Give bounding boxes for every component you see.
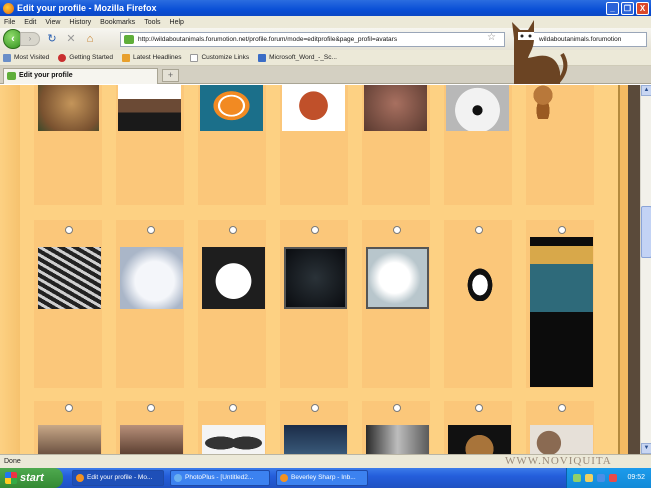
avatar-radio[interactable] [311, 226, 319, 234]
avatar-image-clownfish[interactable] [200, 85, 263, 131]
page-frame-border [628, 85, 640, 454]
avatar-radio[interactable] [558, 404, 566, 412]
avatar-image-monkey-cartoon[interactable] [282, 85, 345, 131]
avatar-image-goat-horns[interactable] [530, 425, 593, 454]
rss-icon [122, 53, 131, 62]
scroll-down-arrow-icon[interactable]: ▼ [641, 443, 651, 454]
avatar-image-wolf-snow[interactable] [366, 425, 429, 454]
avatar-image-black-panther[interactable] [284, 247, 347, 309]
windows-flag-icon [5, 472, 17, 484]
menu-tools[interactable]: Tools [144, 19, 160, 26]
tab-favicon-icon [7, 72, 16, 80]
mail-icon [280, 474, 288, 482]
bookmark-folder-icon [3, 53, 11, 62]
avatar-image-dog[interactable] [38, 85, 99, 131]
avatar-radio[interactable] [558, 226, 566, 234]
stop-icon[interactable]: ✕ [64, 32, 78, 46]
avatar-radio[interactable] [311, 404, 319, 412]
network-icon[interactable] [573, 474, 581, 482]
bookmark-latest-headlines[interactable]: Latest Headlines [122, 53, 181, 62]
scroll-up-arrow-icon[interactable]: ▲ [641, 85, 651, 96]
avatar-image-rabbit[interactable] [120, 425, 183, 454]
avatar-image-monkey[interactable] [364, 85, 427, 131]
title-bar: Edit your profile - Mozilla Firefox _ ❐ … [0, 0, 651, 16]
menu-edit[interactable]: Edit [24, 19, 36, 26]
avatar-radio[interactable] [229, 404, 237, 412]
start-button[interactable]: start [0, 468, 63, 488]
bookmark-star-icon[interactable]: ☆ [487, 32, 496, 43]
avatar-radio[interactable] [147, 404, 155, 412]
security-icon[interactable] [609, 474, 617, 482]
avatar-image-butterfly[interactable] [202, 425, 265, 454]
minimize-button[interactable]: _ [606, 1, 619, 15]
windows-taskbar: start Edit your profile - Mo... PhotoPlu… [0, 468, 651, 488]
cat-mascot-image [512, 20, 568, 84]
tab-edit-profile[interactable]: Edit your profile [3, 68, 158, 84]
avatar-image-cat-in-hammock[interactable] [38, 247, 101, 309]
page-frame-left [0, 85, 20, 454]
menu-bookmarks[interactable]: Bookmarks [100, 19, 135, 26]
scrollbar-thumb[interactable] [641, 206, 651, 258]
avatar-image-night-scene[interactable] [284, 425, 347, 454]
home-icon[interactable]: ⌂ [83, 32, 97, 46]
menu-file[interactable]: File [4, 19, 15, 26]
avatar-image-seal-face[interactable] [446, 85, 509, 131]
taskbar-item-photoplus[interactable]: PhotoPlus - [Untitled2... [170, 470, 270, 486]
avatar-radio[interactable] [229, 226, 237, 234]
taskbar-item-mail[interactable]: Beverley Sharp - Inb... [276, 470, 368, 486]
volume-icon[interactable] [585, 474, 593, 482]
firefox-icon [76, 474, 84, 482]
avatar-radio[interactable] [393, 226, 401, 234]
site-favicon-icon [124, 35, 134, 44]
avatar-radio[interactable] [475, 404, 483, 412]
page-content [0, 85, 640, 454]
window-title: Edit your profile - Mozilla Firefox [17, 3, 157, 13]
watermark-text: WWW.NOVIQUITA [505, 455, 612, 467]
vertical-scrollbar[interactable]: ▲ ▼ [640, 85, 651, 454]
menu-help[interactable]: Help [170, 19, 184, 26]
new-tab-button[interactable]: + [162, 69, 179, 82]
word-doc-icon [258, 53, 267, 62]
avatar-image-kitten[interactable] [38, 425, 101, 454]
bookmark-customize-links[interactable]: Customize Links [190, 53, 249, 62]
avatar-image-white-wolf[interactable] [120, 247, 183, 309]
system-tray: 09:52 [566, 468, 651, 488]
firefox-icon [3, 2, 14, 14]
avatar-image-chimp-in-suit[interactable] [118, 85, 181, 131]
bookmark-most-visited[interactable]: Most Visited [3, 53, 49, 62]
reload-icon[interactable]: ↻ [45, 32, 59, 46]
avatar-radio[interactable] [475, 226, 483, 234]
avatar-radio[interactable] [65, 404, 73, 412]
taskbar-item-firefox[interactable]: Edit your profile - Mo... [72, 470, 164, 486]
status-text: Done [4, 458, 21, 465]
menu-view[interactable]: View [45, 19, 60, 26]
messenger-icon[interactable] [597, 474, 605, 482]
maximize-button[interactable]: ❐ [621, 1, 634, 15]
avatar-image-polar-bear[interactable] [366, 247, 429, 309]
avatar-image-orca[interactable] [530, 237, 593, 387]
url-text: http://wildaboutanimals.forumotion.net/p… [138, 36, 398, 43]
close-button[interactable]: X [636, 1, 649, 15]
avatar-cell [444, 220, 512, 388]
photoplus-icon [174, 474, 182, 482]
menu-history[interactable]: History [69, 19, 91, 26]
page-icon [190, 53, 199, 62]
bookmark-getting-started[interactable]: Getting Started [58, 53, 113, 62]
avatar-image-dog-dark[interactable] [448, 425, 511, 454]
avatar-image-panda[interactable] [202, 247, 265, 309]
avatar-radio[interactable] [147, 226, 155, 234]
bookmark-microsoft-word[interactable]: Microsoft_Word_-_Sc... [258, 53, 337, 62]
avatar-radio[interactable] [65, 226, 73, 234]
avatar-radio[interactable] [393, 404, 401, 412]
avatar-image-penguin[interactable] [462, 261, 498, 301]
clock: 09:52 [627, 474, 645, 481]
forward-button[interactable]: › [20, 32, 40, 46]
bookmark-icon [58, 53, 67, 62]
url-bar[interactable]: http://wildaboutanimals.forumotion.net/p… [120, 32, 505, 47]
avatar-image-monkey-plush[interactable] [530, 85, 556, 119]
